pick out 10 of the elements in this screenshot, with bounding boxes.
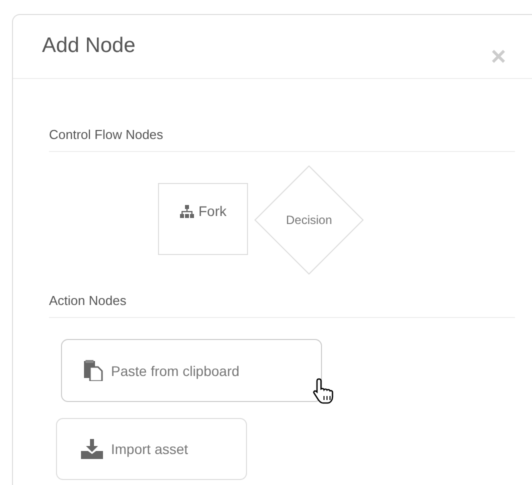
section-heading: Control Flow Nodes xyxy=(49,127,515,152)
download-icon xyxy=(81,439,103,459)
section-heading: Action Nodes xyxy=(49,293,515,318)
sitemap-icon xyxy=(180,204,194,218)
import-button[interactable]: Import asset xyxy=(56,418,247,480)
dialog-title: Add Node xyxy=(42,34,136,58)
paste-button[interactable]: Paste from clipboard xyxy=(61,339,322,402)
decision-node[interactable]: Decision xyxy=(254,165,364,275)
clipboard-icon xyxy=(84,360,103,381)
fork-node[interactable]: Fork xyxy=(158,183,248,255)
